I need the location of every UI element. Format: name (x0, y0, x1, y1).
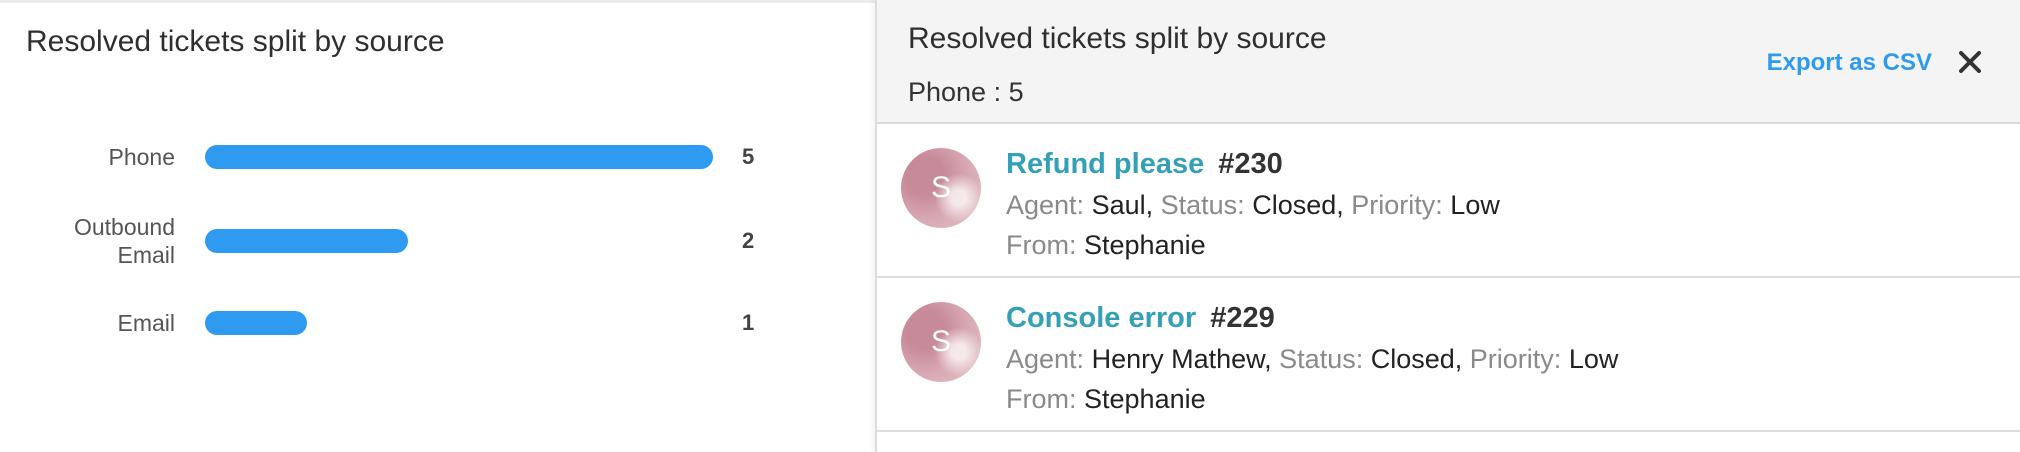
bar-row: Email 1 (0, 293, 875, 353)
bar-label: Phone (108, 144, 175, 170)
status-label: Status: (1279, 344, 1364, 374)
ticket-list: S Refund please #230 Agent: Saul, Status… (877, 124, 2020, 432)
agent-label: Agent: (1006, 344, 1085, 374)
bar-value-label: 2 (742, 228, 755, 253)
ticket-row[interactable]: S Refund please #230 Agent: Saul, Status… (877, 124, 2020, 278)
report-view: Resolved tickets split by source Phone 5 O… (0, 0, 2020, 452)
drilldown-panel: Resolved tickets split by source Phone :… (875, 0, 2020, 452)
agent-value: Saul (1091, 190, 1146, 220)
bar-row: Outbound Email 2 (0, 211, 875, 271)
priority-label: Priority: (1469, 344, 1562, 374)
ticket-row[interactable]: S Console error #229 Agent: Henry Mathew… (877, 278, 2020, 432)
chart-panel: Resolved tickets split by source Phone 5 O… (0, 0, 875, 452)
ticket-subject-link[interactable]: Console error (1006, 302, 1196, 334)
close-button[interactable] (1956, 48, 1984, 76)
bar-track (205, 145, 713, 169)
drilldown-title: Resolved tickets split by source (908, 22, 1327, 55)
agent-label: Agent: (1006, 190, 1085, 220)
close-icon (1959, 51, 1981, 73)
avatar: S (901, 148, 981, 228)
ticket-number: #229 (1210, 302, 1275, 334)
bar[interactable] (205, 145, 713, 169)
bar[interactable] (205, 229, 408, 253)
bar-label: Email (117, 310, 175, 336)
from-value: Stephanie (1084, 384, 1206, 414)
ticket-from: From: Stephanie (1006, 230, 1206, 261)
ticket-subject-link[interactable]: Refund please (1006, 148, 1204, 180)
drilldown-subtitle: Phone : 5 (908, 77, 1024, 107)
avatar: S (901, 302, 981, 382)
status-value: Closed (1252, 190, 1337, 220)
from-label: From: (1006, 384, 1077, 414)
bar-track (205, 311, 713, 335)
bar-value-label: 1 (742, 310, 755, 335)
from-label: From: (1006, 230, 1077, 260)
drilldown-header: Resolved tickets split by source Phone :… (877, 0, 2020, 124)
bar-track (205, 229, 713, 253)
bar[interactable] (205, 311, 307, 335)
priority-value: Low (1568, 344, 1619, 374)
from-value: Stephanie (1084, 230, 1206, 260)
ticket-from: From: Stephanie (1006, 384, 1206, 415)
priority-label: Priority: (1351, 190, 1443, 220)
bar-label: Outbound Email (73, 214, 175, 268)
ticket-title: Console error #229 (1006, 302, 1275, 335)
agent-value: Henry Mathew (1091, 344, 1265, 374)
bar-value-label: 5 (742, 144, 755, 169)
chart-title: Resolved tickets split by source (26, 25, 445, 58)
ticket-meta: Agent: Henry Mathew, Status: Closed, Pri… (1006, 344, 1619, 374)
status-value: Closed (1370, 344, 1455, 374)
ticket-number: #230 (1218, 148, 1283, 180)
status-label: Status: (1160, 190, 1245, 220)
priority-value: Low (1450, 190, 1500, 220)
ticket-meta: Agent: Saul, Status: Closed, Priority: L… (1006, 190, 1500, 220)
export-csv-link[interactable]: Export as CSV (1767, 49, 1932, 77)
bar-row: Phone 5 (0, 127, 875, 187)
ticket-title: Refund please #230 (1006, 148, 1283, 181)
